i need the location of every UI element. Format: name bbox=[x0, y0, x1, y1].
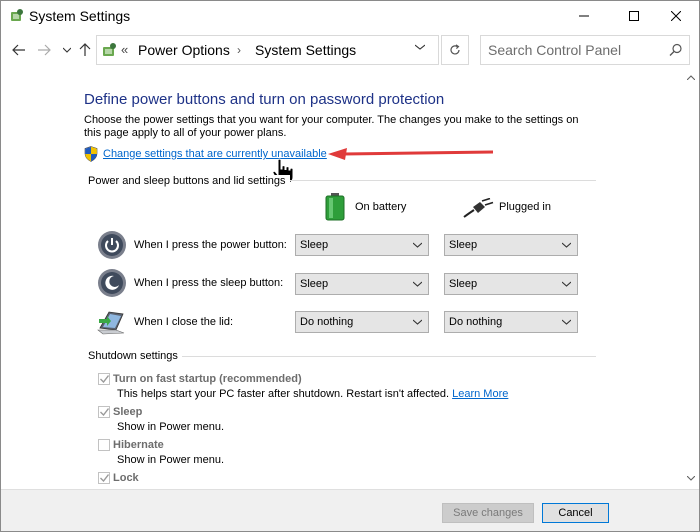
chevron-down-icon bbox=[562, 281, 571, 287]
hibernate-description: Show in Power menu. bbox=[117, 454, 224, 466]
close-lid-plugged-select[interactable]: Do nothing bbox=[444, 311, 578, 333]
refresh-icon bbox=[450, 44, 460, 55]
fast-startup-label: Turn on fast startup (recommended) bbox=[113, 373, 302, 385]
checkmark-icon bbox=[99, 474, 109, 482]
chevron-down-icon bbox=[562, 242, 571, 248]
chevron-down-icon bbox=[413, 319, 422, 325]
shutdown-section-label: Shutdown settings bbox=[88, 350, 182, 362]
close-icon bbox=[671, 11, 681, 21]
search-input[interactable] bbox=[481, 36, 661, 64]
scroll-up-button[interactable] bbox=[682, 71, 699, 83]
breadcrumb-power-options[interactable]: Power Options bbox=[138, 42, 230, 58]
sleep-button-label: When I press the sleep button: bbox=[134, 277, 284, 289]
cancel-button[interactable]: Cancel bbox=[542, 503, 609, 523]
power-options-icon bbox=[11, 9, 23, 21]
sleep-button-plugged-value: Sleep bbox=[449, 278, 478, 290]
fast-startup-description-text: This helps start your PC faster after sh… bbox=[117, 388, 450, 400]
annotation-arrow-icon bbox=[328, 148, 494, 160]
chevron-down-icon bbox=[413, 242, 422, 248]
checkmark-icon bbox=[99, 408, 109, 416]
window-title: System Settings bbox=[29, 8, 131, 24]
arrow-right-icon bbox=[38, 44, 51, 56]
page-title: Define power buttons and turn on passwor… bbox=[84, 91, 445, 108]
sleep-button-plugged-select[interactable]: Sleep bbox=[444, 273, 578, 295]
search-box[interactable] bbox=[480, 35, 690, 65]
chevron-down-icon bbox=[63, 47, 71, 53]
close-lid-battery-select[interactable]: Do nothing bbox=[295, 311, 429, 333]
laptop-lid-icon bbox=[97, 311, 125, 335]
battery-icon bbox=[325, 193, 345, 221]
chevron-down-icon bbox=[562, 319, 571, 325]
hibernate-checkbox[interactable] bbox=[98, 439, 110, 451]
scroll-down-button[interactable] bbox=[682, 472, 699, 484]
power-button-plugged-value: Sleep bbox=[449, 239, 478, 251]
on-battery-header: On battery bbox=[355, 201, 407, 213]
address-dropdown-icon[interactable] bbox=[415, 44, 425, 50]
maximize-button[interactable] bbox=[611, 1, 657, 31]
sleep-button-icon bbox=[98, 269, 126, 297]
lock-label: Lock bbox=[113, 472, 139, 484]
main-content: Define power buttons and turn on passwor… bbox=[1, 69, 681, 489]
close-lid-battery-value: Do nothing bbox=[300, 316, 354, 328]
breadcrumb-system-settings[interactable]: System Settings bbox=[255, 42, 356, 58]
vertical-scrollbar[interactable] bbox=[682, 69, 699, 489]
forward-button[interactable] bbox=[36, 42, 52, 58]
close-button[interactable] bbox=[653, 1, 699, 31]
power-button-battery-value: Sleep bbox=[300, 239, 329, 251]
chevron-up-icon bbox=[686, 74, 695, 80]
breadcrumb-overflow[interactable]: « bbox=[121, 42, 128, 57]
chevron-down-icon bbox=[686, 475, 695, 481]
fast-startup-description: This helps start your PC faster after sh… bbox=[117, 388, 508, 400]
system-settings-window: System Settings « Power Options › System… bbox=[0, 0, 700, 532]
recent-locations-button[interactable] bbox=[59, 42, 75, 58]
chevron-down-icon bbox=[413, 281, 422, 287]
fast-startup-checkbox[interactable] bbox=[98, 373, 110, 385]
sleep-button-battery-value: Sleep bbox=[300, 278, 329, 290]
sleep-checkbox[interactable] bbox=[98, 406, 110, 418]
refresh-button[interactable] bbox=[441, 35, 469, 65]
search-icon[interactable] bbox=[669, 43, 683, 57]
minimize-button[interactable] bbox=[561, 1, 607, 31]
arrow-left-icon bbox=[12, 44, 25, 56]
sleep-button-battery-select[interactable]: Sleep bbox=[295, 273, 429, 295]
footer-bar: Save changes Cancel bbox=[1, 489, 699, 531]
learn-more-link[interactable]: Learn More bbox=[452, 388, 508, 400]
arrow-up-icon bbox=[79, 43, 91, 56]
checkmark-icon bbox=[99, 375, 109, 383]
close-lid-label: When I close the lid: bbox=[134, 316, 234, 328]
plugged-in-header: Plugged in bbox=[499, 201, 551, 213]
uac-shield-icon bbox=[84, 146, 98, 162]
back-button[interactable] bbox=[11, 42, 27, 58]
plug-icon bbox=[463, 198, 494, 218]
power-button-plugged-select[interactable]: Sleep bbox=[444, 234, 578, 256]
page-description: Choose the power settings that you want … bbox=[84, 114, 579, 139]
address-bar[interactable]: « Power Options › System Settings bbox=[96, 35, 439, 65]
lock-checkbox[interactable] bbox=[98, 472, 110, 484]
minimize-icon bbox=[579, 15, 589, 17]
save-changes-button[interactable]: Save changes bbox=[442, 503, 534, 523]
power-button-icon bbox=[98, 231, 126, 259]
hibernate-label: Hibernate bbox=[113, 439, 164, 451]
maximize-icon bbox=[629, 11, 639, 21]
up-button[interactable] bbox=[77, 42, 93, 58]
sleep-description: Show in Power menu. bbox=[117, 421, 224, 433]
power-button-battery-select[interactable]: Sleep bbox=[295, 234, 429, 256]
sleep-label: Sleep bbox=[113, 406, 143, 418]
navigation-bar: « Power Options › System Settings bbox=[1, 32, 699, 68]
breadcrumb-separator-icon: › bbox=[237, 43, 241, 57]
title-bar: System Settings bbox=[1, 1, 699, 31]
close-lid-plugged-value: Do nothing bbox=[449, 316, 503, 328]
control-panel-icon bbox=[103, 43, 116, 56]
power-button-label: When I press the power button: bbox=[134, 239, 287, 251]
power-section-label: Power and sleep buttons and lid settings bbox=[88, 175, 290, 187]
